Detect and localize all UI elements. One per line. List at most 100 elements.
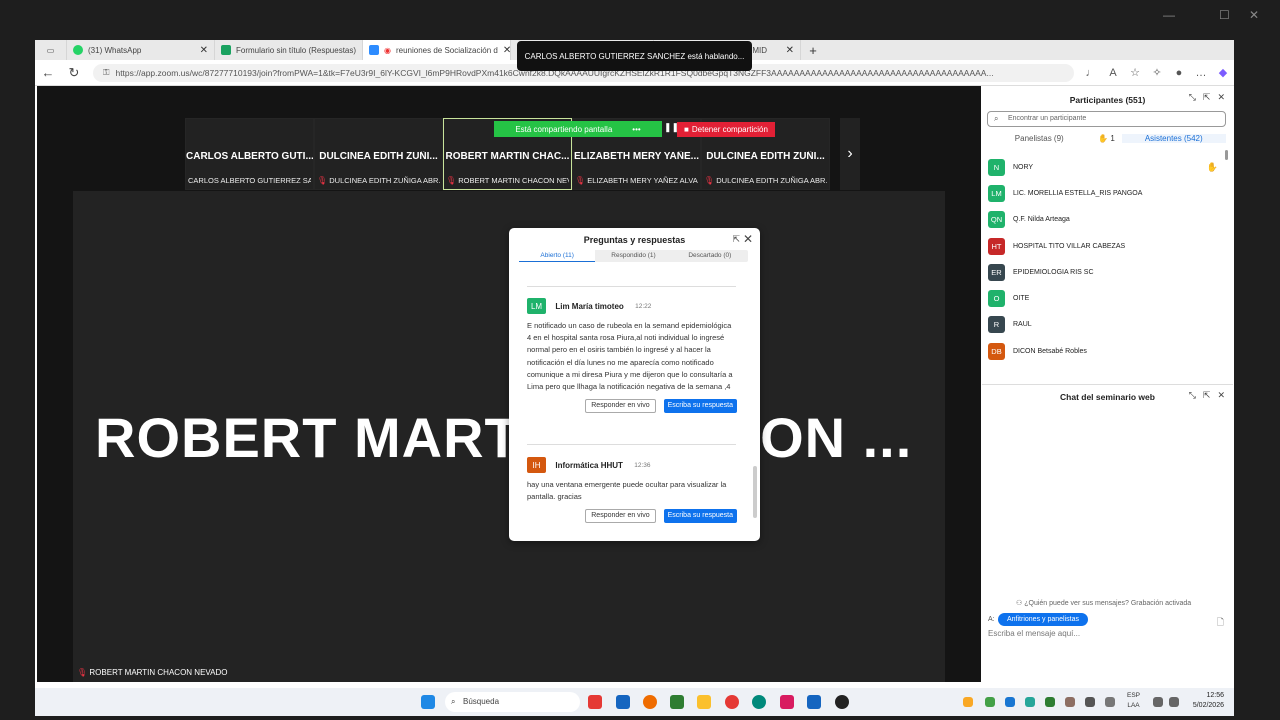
tab-answered[interactable]: Respondido (1) (595, 250, 671, 262)
volume-icon[interactable] (1169, 697, 1179, 707)
collapse-icon[interactable]: ⤡ (1189, 92, 1196, 103)
maximize-icon[interactable]: ☐ (1219, 8, 1230, 22)
divider (527, 444, 736, 445)
participant-row[interactable]: R RAUL (988, 312, 1228, 338)
mic-icon[interactable]: ♩ (1080, 67, 1102, 79)
tab-attendees[interactable]: Asistentes (542) (1121, 134, 1226, 143)
tray-app-icon[interactable] (1065, 697, 1075, 707)
chat-input[interactable]: Escriba el mensaje aquí... (988, 629, 1080, 638)
close-icon[interactable]: ✕ (1249, 8, 1259, 22)
avatar: O (988, 290, 1005, 308)
windows-start-icon[interactable] (421, 695, 435, 709)
close-icon[interactable]: ✕ (1217, 390, 1225, 401)
participant-row[interactable]: N NORY ✋ (988, 154, 1228, 180)
qa-title: Preguntas y respuestas (583, 235, 686, 245)
participant-row[interactable]: ER EPIDEMIOLOGIA RIS SC (988, 259, 1228, 285)
reload-icon[interactable]: ↻ (61, 65, 87, 81)
app-icon[interactable] (835, 695, 849, 709)
participant-search-input[interactable]: ⌕ Encontrar un participante (987, 111, 1226, 127)
type-answer-button[interactable]: Escriba su respuesta (663, 399, 737, 414)
clock[interactable]: 12:56 5/02/2026 (1193, 691, 1224, 711)
close-icon[interactable]: ✕ (1217, 92, 1225, 103)
edge-icon[interactable] (752, 695, 766, 709)
video-tile[interactable]: CARLOS ALBERTO GUTI... CARLOS ALBERTO GUT… (185, 118, 314, 190)
tile-sub: CARLOS ALBERTO GUTIERREZ SAN... (188, 176, 311, 185)
mic-muted-icon: 🎙 (704, 176, 715, 185)
answer-live-button[interactable]: Responder en vivo (585, 509, 656, 524)
participant-row[interactable]: HT HOSPITAL TITO VILLAR CABEZAS (988, 233, 1228, 259)
tray-app-icon[interactable] (1025, 697, 1035, 707)
tab-close-icon[interactable]: ✕ (503, 45, 510, 56)
word-icon[interactable] (807, 695, 821, 709)
new-tab-button[interactable]: + (801, 40, 825, 60)
answer-live-button[interactable]: Responder en vivo (585, 399, 656, 414)
firefox-icon[interactable] (643, 695, 657, 709)
close-icon[interactable]: ✕ (743, 232, 753, 246)
chat-visibility[interactable]: ⚇ ¿Quién puede ver sus mensajes? Grabaci… (1016, 599, 1191, 607)
tray-excel-icon[interactable] (1045, 697, 1055, 707)
tray-folder-icon[interactable] (963, 697, 973, 707)
more-icon[interactable]: ••• (632, 125, 640, 134)
tile-name: ELIZABETH MERY YAÑE... (573, 151, 700, 162)
question-item: LM Lim María timoteo 12:22 E notificado … (527, 298, 737, 414)
copilot-icon[interactable]: ◆ (1212, 66, 1234, 79)
tray-app-icon[interactable] (985, 697, 995, 707)
tab-open[interactable]: Abierto (11) (519, 250, 596, 262)
tray-app-icon[interactable] (1085, 697, 1095, 707)
stop-share-button[interactable]: ■ Detener compartición (677, 122, 775, 137)
speaking-toast: CARLOS ALBERTO GUTIERREZ SANCHEZ está ha… (517, 41, 752, 71)
chat-recipient-select[interactable]: Anfitriones y panelistas (998, 613, 1088, 626)
chrome-icon[interactable] (725, 695, 739, 709)
chat-to-label: A: (988, 616, 995, 623)
type-answer-button[interactable]: Escriba su respuesta (663, 509, 737, 524)
tab-zoom[interactable]: ◉ reuniones de Socialización d ✕ (363, 40, 511, 60)
minimize-icon[interactable]: — (1163, 8, 1175, 22)
favorite-icon[interactable]: ☆ (1124, 66, 1146, 79)
excel-icon[interactable] (670, 695, 684, 709)
qa-panel: Preguntas y respuestas ⇱ ✕ Abierto (11) … (509, 228, 760, 541)
file-explorer-icon[interactable] (697, 695, 711, 709)
extensions-icon[interactable]: ✧ (1146, 66, 1168, 79)
taskbar-search[interactable]: ⌕ Búsqueda (445, 692, 580, 712)
language-indicator[interactable]: ESP LAA (1127, 691, 1140, 711)
mic-muted-icon: 🎙 (575, 176, 586, 185)
popout-icon[interactable]: ⇱ (1203, 390, 1211, 401)
tab-dismissed[interactable]: Descartado (0) (672, 250, 748, 262)
taskbar: ⌕ Búsqueda ESP LAA 12:56 5/02/2026 (35, 688, 1234, 716)
speaker-name: ROBERT MARTIN CHACON ... (95, 406, 913, 469)
tab-close-icon[interactable]: ✕ (200, 45, 208, 56)
snipping-tool-icon[interactable] (780, 695, 794, 709)
tray-mic-icon[interactable] (1105, 697, 1115, 707)
read-aloud-icon[interactable]: A (1102, 67, 1124, 79)
avatar: LM (988, 184, 1005, 202)
avatar: DB (988, 342, 1005, 360)
back-icon[interactable]: ← (35, 65, 61, 80)
tab-forms[interactable]: Formulario sin título (Respuestas)✕ (215, 40, 363, 60)
tab-whatsapp[interactable]: (31) WhatsApp ✕ (67, 40, 215, 60)
network-icon[interactable] (1153, 697, 1163, 707)
participant-row[interactable]: QN Q.F. Nilda Arteaga (988, 207, 1228, 233)
participant-row[interactable]: LM LIC. MORELLIA ESTELLA_RIS PANGOA (988, 180, 1228, 206)
lang-code: ESP (1127, 692, 1141, 699)
tray-outlook-icon[interactable] (1005, 697, 1015, 707)
participant-row[interactable]: O OITE (988, 285, 1228, 311)
tab-label: (31) WhatsApp (88, 45, 142, 55)
popout-icon[interactable]: ⇱ (1203, 92, 1211, 103)
tab-panelists[interactable]: Panelistas (9) (987, 134, 1092, 143)
profile-icon[interactable]: ● (1168, 67, 1190, 79)
chevron-right-icon[interactable]: › (840, 118, 860, 190)
pdf-app-icon[interactable] (588, 695, 602, 709)
tab-label: reuniones de Socialización d (395, 45, 498, 55)
popout-icon[interactable]: ⇱ (732, 234, 740, 245)
video-tile[interactable]: DULCINEA EDITH ZUÑI... 🎙 DULCINEA EDITH Z… (314, 118, 443, 190)
scrollbar[interactable] (753, 466, 757, 518)
tab-actions-icon[interactable]: ▭ (35, 40, 67, 60)
outlook-icon[interactable] (616, 695, 630, 709)
participant-row[interactable]: DB DICON Betsabé Robles (988, 338, 1228, 364)
tab-close-icon[interactable]: ✕ (786, 45, 794, 56)
participants-controls: ⤡ ⇱ ✕ (1189, 92, 1225, 103)
collapse-icon[interactable]: ⤡ (1189, 390, 1196, 401)
file-icon[interactable]: 🗋 (1217, 615, 1224, 631)
more-icon[interactable]: … (1190, 67, 1212, 79)
participant-name: HOSPITAL TITO VILLAR CABEZAS (1013, 242, 1126, 250)
